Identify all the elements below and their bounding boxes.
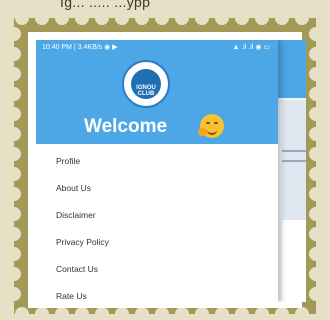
drawer-menu: Profile About Us Disclaimer Privacy Poli… <box>36 148 278 302</box>
menu-item-rate-us[interactable]: Rate Us <box>36 283 278 302</box>
menu-item-label: Rate Us <box>56 291 87 301</box>
menu-item-label: About Us <box>56 183 91 193</box>
top-caption-text: Ig... ..... ...ypp <box>60 0 151 10</box>
menu-item-label: Disclaimer <box>56 210 96 220</box>
menu-item-label: Contact Us <box>56 264 99 274</box>
navigation-drawer: 10:40 PM | 3.4KB/s ◉ ▶ ▲ .il .il ◉ ▭ IGN… <box>36 40 278 302</box>
background-lower-card <box>282 220 306 302</box>
top-caption: Ig... ..... ...ypp <box>60 0 275 14</box>
logo-text: IGNOU CLUB <box>136 85 156 97</box>
menu-item-privacy-policy[interactable]: Privacy Policy <box>36 229 278 256</box>
hugging-face-icon <box>198 114 224 138</box>
app-logo: IGNOU CLUB <box>122 60 170 108</box>
menu-item-about-us[interactable]: About Us <box>36 175 278 202</box>
background-text-line <box>282 150 306 152</box>
drawer-header: 10:40 PM | 3.4KB/s ◉ ▶ ▲ .il .il ◉ ▭ IGN… <box>36 40 278 144</box>
status-time: 10:40 PM | 3.4KB/s ◉ ▶ <box>42 44 118 51</box>
status-icons: ▲ .il .il ◉ ▭ <box>232 44 270 51</box>
menu-item-label: Privacy Policy <box>56 237 109 247</box>
menu-item-disclaimer[interactable]: Disclaimer <box>36 202 278 229</box>
menu-item-contact-us[interactable]: Contact Us <box>36 256 278 283</box>
logo-icon: IGNOU CLUB <box>131 69 161 99</box>
phone-screen: 10:40 PM | 3.4KB/s ◉ ▶ ▲ .il .il ◉ ▭ IGN… <box>36 40 306 302</box>
status-bar: 10:40 PM | 3.4KB/s ◉ ▶ ▲ .il .il ◉ ▭ <box>40 43 276 55</box>
menu-item-profile[interactable]: Profile <box>36 148 278 175</box>
menu-item-label: Profile <box>56 156 81 166</box>
welcome-title: Welcome <box>84 116 168 137</box>
background-text-line <box>282 160 306 162</box>
